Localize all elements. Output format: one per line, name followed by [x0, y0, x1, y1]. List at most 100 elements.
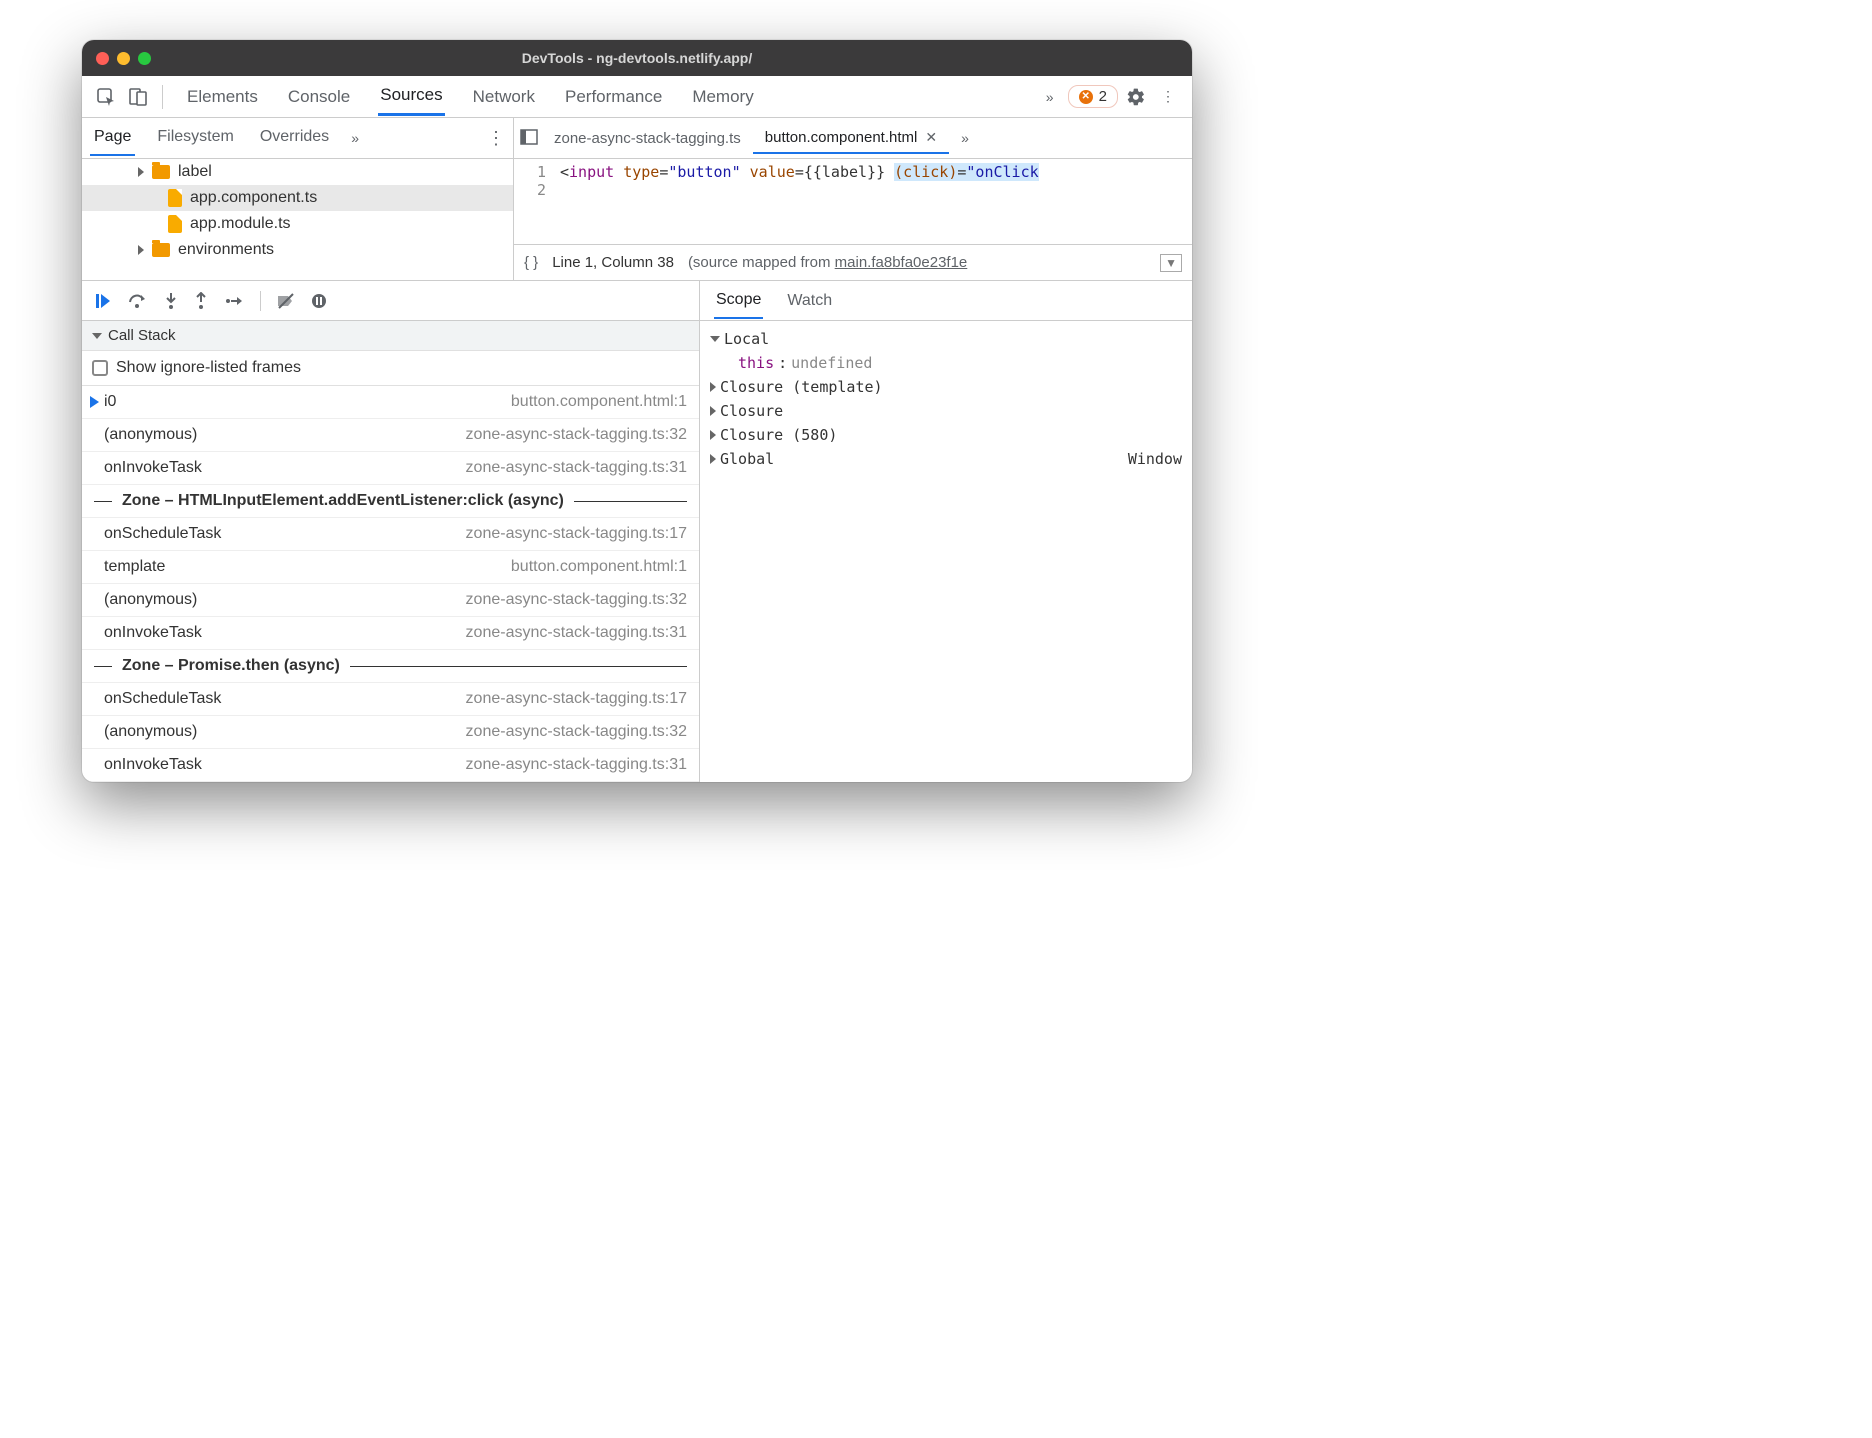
frame-location: zone-async-stack-tagging.ts:32	[466, 723, 687, 741]
frame-location: button.component.html:1	[511, 558, 687, 576]
ignore-listed-toggle[interactable]: Show ignore-listed frames	[82, 351, 699, 386]
toggle-navigator-icon[interactable]	[520, 129, 538, 148]
close-tab-icon[interactable]: ✕	[925, 129, 937, 146]
scope-row[interactable]: this: undefined	[710, 351, 1182, 375]
device-toolbar-icon[interactable]	[124, 83, 152, 111]
divider	[260, 291, 261, 311]
call-stack-header[interactable]: Call Stack	[82, 321, 699, 351]
chevron-down-icon	[710, 336, 720, 342]
more-nav-tabs-icon[interactable]: »	[351, 130, 359, 146]
file-icon	[168, 189, 182, 207]
stack-frame[interactable]: i0button.component.html:1	[82, 386, 699, 419]
scope-panel: Localthis: undefined Closure (template) …	[700, 321, 1192, 477]
tab-console[interactable]: Console	[286, 79, 352, 115]
checkbox-icon[interactable]	[92, 360, 108, 376]
code-lines[interactable]: <input type="button" value={{label}} (cl…	[554, 159, 1192, 244]
stack-frame[interactable]: onScheduleTaskzone-async-stack-tagging.t…	[82, 518, 699, 551]
chevron-right-icon	[138, 245, 144, 255]
stack-frame[interactable]: (anonymous)zone-async-stack-tagging.ts:3…	[82, 584, 699, 617]
frame-name: onInvokeTask	[104, 756, 202, 774]
coverage-toggle-icon[interactable]: ▼	[1160, 254, 1182, 272]
frame-location: zone-async-stack-tagging.ts:31	[466, 459, 687, 477]
frame-location: zone-async-stack-tagging.ts:32	[466, 426, 687, 444]
stack-frame[interactable]: onInvokeTaskzone-async-stack-tagging.ts:…	[82, 749, 699, 782]
step-over-icon[interactable]	[128, 292, 148, 310]
cursor-position: Line 1, Column 38	[552, 254, 674, 271]
frame-name: template	[104, 558, 165, 576]
editor-statusbar: { } Line 1, Column 38 (source mapped fro…	[514, 244, 1192, 280]
tree-item-label: app.module.ts	[190, 215, 291, 233]
main-toolbar: Elements Console Sources Network Performance…	[82, 76, 1192, 118]
step-into-icon[interactable]	[164, 292, 178, 310]
filetab-label: zone-async-stack-tagging.ts	[554, 130, 741, 147]
sidebar-tab-watch[interactable]: Watch	[785, 284, 834, 318]
tree-item[interactable]: app.module.ts	[82, 211, 513, 237]
scope-row[interactable]: Local	[710, 327, 1182, 351]
stack-frame[interactable]: onScheduleTaskzone-async-stack-tagging.t…	[82, 683, 699, 716]
step-out-icon[interactable]	[194, 292, 208, 310]
navtab-page[interactable]: Page	[90, 120, 135, 156]
inspect-element-icon[interactable]	[92, 83, 120, 111]
more-tabs-icon[interactable]: »	[1036, 83, 1064, 111]
resume-icon[interactable]	[94, 292, 112, 310]
kebab-menu-icon[interactable]: ⋮	[1154, 83, 1182, 111]
debugger-right: Scope Watch Localthis: undefined Closure …	[700, 281, 1192, 782]
debugger-row: Call Stack Show ignore-listed frames i0b…	[82, 281, 1192, 782]
frame-name: onScheduleTask	[104, 525, 221, 543]
pause-exceptions-icon[interactable]	[311, 293, 327, 309]
stack-frame[interactable]: onInvokeTaskzone-async-stack-tagging.ts:…	[82, 617, 699, 650]
settings-gear-icon[interactable]	[1122, 83, 1150, 111]
sidebar-tab-scope[interactable]: Scope	[714, 283, 763, 319]
tree-item-label: label	[178, 163, 212, 181]
async-divider: Zone – Promise.then (async)	[82, 650, 699, 683]
file-icon	[168, 215, 182, 233]
deactivate-breakpoints-icon[interactable]	[277, 293, 295, 309]
more-file-tabs-icon[interactable]: »	[953, 130, 977, 146]
tab-memory[interactable]: Memory	[690, 79, 755, 115]
frame-name: (anonymous)	[104, 426, 197, 444]
stack-frame[interactable]: (anonymous)zone-async-stack-tagging.ts:3…	[82, 716, 699, 749]
navtab-filesystem[interactable]: Filesystem	[153, 120, 237, 156]
frame-name: onInvokeTask	[104, 459, 202, 477]
stack-frame[interactable]: onInvokeTask zone-async-stack-tagging.ts:…	[82, 452, 699, 485]
step-icon[interactable]	[224, 294, 244, 308]
divider	[162, 85, 163, 109]
call-stack-frames: i0button.component.html:1(anonymous)zone…	[82, 386, 699, 782]
error-counter[interactable]: ✕ 2	[1068, 85, 1118, 108]
window-title: DevTools - ng-devtools.netlify.app/	[82, 50, 1192, 66]
code-body[interactable]: 12 <input type="button" value={{label}} …	[514, 159, 1192, 244]
tab-performance[interactable]: Performance	[563, 79, 664, 115]
tree-item[interactable]: app.component.ts	[82, 185, 513, 211]
error-dot-icon: ✕	[1079, 90, 1093, 104]
debugger-left: Call Stack Show ignore-listed frames i0b…	[82, 281, 700, 782]
filetab[interactable]: zone-async-stack-tagging.ts	[542, 123, 753, 154]
source-map-info: (source mapped from main.fa8bfa0e23f1e	[688, 254, 967, 271]
scope-row[interactable]: Closure (template)	[710, 375, 1182, 399]
async-divider: Zone – HTMLInputElement.addEventListener…	[82, 485, 699, 518]
scope-row[interactable]: Closure (580)	[710, 423, 1182, 447]
filetab[interactable]: button.component.html✕	[753, 123, 949, 154]
tree-item[interactable]: label	[82, 159, 513, 185]
folder-icon	[152, 243, 170, 257]
navigator-tabbar: Page Filesystem Overrides » ⋮	[82, 118, 514, 158]
navtab-overrides[interactable]: Overrides	[256, 120, 333, 156]
file-tree[interactable]: label app.component.ts app.module.ts enviro…	[82, 159, 514, 280]
file-tabbar: zone-async-stack-tagging.ts button.compon…	[514, 118, 1192, 158]
navigator-menu-icon[interactable]: ⋮	[487, 128, 505, 149]
frame-location: zone-async-stack-tagging.ts:31	[466, 624, 687, 642]
pretty-print-icon[interactable]: { }	[524, 254, 538, 271]
stack-frame[interactable]: template button.component.html:1	[82, 551, 699, 584]
tab-network[interactable]: Network	[471, 79, 537, 115]
source-map-link[interactable]: main.fa8bfa0e23f1e	[835, 254, 968, 271]
scope-row[interactable]: GlobalWindow	[710, 447, 1182, 471]
stack-frame[interactable]: (anonymous) zone-async-stack-tagging.ts:3…	[82, 419, 699, 452]
tab-elements[interactable]: Elements	[185, 79, 260, 115]
chevron-right-icon	[710, 454, 716, 464]
titlebar: DevTools - ng-devtools.netlify.app/	[82, 40, 1192, 76]
tab-sources[interactable]: Sources	[378, 77, 444, 116]
scope-row[interactable]: Closure	[710, 399, 1182, 423]
tree-item[interactable]: environments	[82, 237, 513, 263]
frame-location: zone-async-stack-tagging.ts:17	[466, 690, 687, 708]
line-gutter: 12	[514, 159, 554, 244]
frame-name: i0	[104, 393, 116, 411]
